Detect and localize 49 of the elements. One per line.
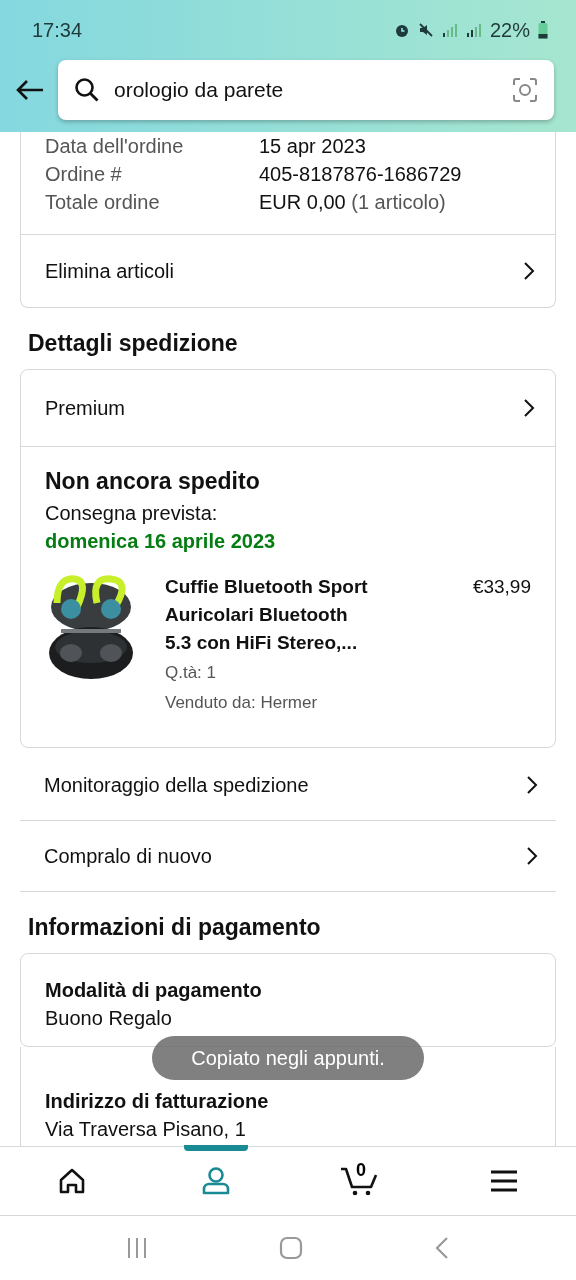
- camera-scan-icon[interactable]: [512, 77, 538, 103]
- selected-indicator: [184, 1145, 248, 1151]
- menu-icon: [490, 1170, 518, 1192]
- chevron-right-icon: [523, 398, 535, 418]
- search-query: orologio da parete: [114, 78, 285, 102]
- delivery-label: Consegna prevista:: [45, 501, 219, 526]
- recent-apps-icon[interactable]: [125, 1237, 148, 1259]
- delivery-date: domenica 16 aprile 2023: [45, 529, 277, 554]
- quantity: Q.tà: 1: [165, 662, 218, 684]
- battery-percent: 22%: [489, 18, 530, 42]
- chevron-right-icon: [523, 261, 535, 281]
- signal-icon: [465, 22, 482, 38]
- field-value: 405-8187876-1686729: [259, 162, 462, 187]
- alarm-icon: [393, 22, 410, 38]
- list-item[interactable]: Monitoraggio della spedizione: [20, 750, 556, 820]
- field-label: Ordine #: [45, 162, 123, 187]
- field-label: Modalità di pagamento: [45, 978, 262, 1003]
- back-icon[interactable]: [434, 1236, 451, 1260]
- status-time: 17:34: [32, 18, 83, 42]
- search-field[interactable]: orologio da parete: [58, 60, 554, 120]
- section-title: Dettagli spedizione: [27, 329, 239, 358]
- product-title[interactable]: Cuffie Bluetooth Sport Auricolari Bluetooth 5.3 con HiFi Stereo,...: [165, 573, 375, 657]
- signal-icon: [441, 22, 458, 38]
- back-arrow-icon[interactable]: [16, 79, 44, 101]
- chevron-right-icon: [526, 775, 538, 795]
- section-title: Informazioni di pagamento: [27, 913, 322, 942]
- home-icon: [58, 1168, 86, 1194]
- field-value: Via Traversa Pisano, 1: [45, 1117, 246, 1142]
- field-value: 15 apr 2023: [259, 134, 366, 159]
- field-label: Data dell'ordine: [45, 134, 185, 159]
- battery-icon: [538, 21, 548, 39]
- list-item[interactable]: Compralo di nuovo: [20, 820, 556, 891]
- chevron-right-icon: [526, 846, 538, 866]
- field-label: Totale ordine: [45, 190, 161, 215]
- seller: Venduto da: Hermer: [165, 692, 319, 714]
- search-icon: [74, 77, 100, 103]
- field-value: Buono Regalo: [45, 1006, 173, 1031]
- shipment-status: Non ancora spedito: [45, 467, 261, 495]
- list-item[interactable]: Premium: [21, 370, 555, 446]
- mute-icon: [417, 22, 434, 38]
- home-button-icon[interactable]: [279, 1236, 303, 1260]
- toast-message: Copiato negli appunti.: [152, 1036, 424, 1080]
- list-item[interactable]: Elimina articoli: [21, 234, 555, 307]
- price: €33,99: [472, 575, 531, 599]
- nav-tab[interactable]: 0: [288, 1147, 432, 1215]
- person-icon: [201, 1167, 231, 1195]
- field-value: EUR 0,00 (1 articolo): [259, 190, 446, 215]
- cart-count: 0: [356, 1160, 366, 1181]
- field-label: Indirizzo di fatturazione: [45, 1089, 269, 1114]
